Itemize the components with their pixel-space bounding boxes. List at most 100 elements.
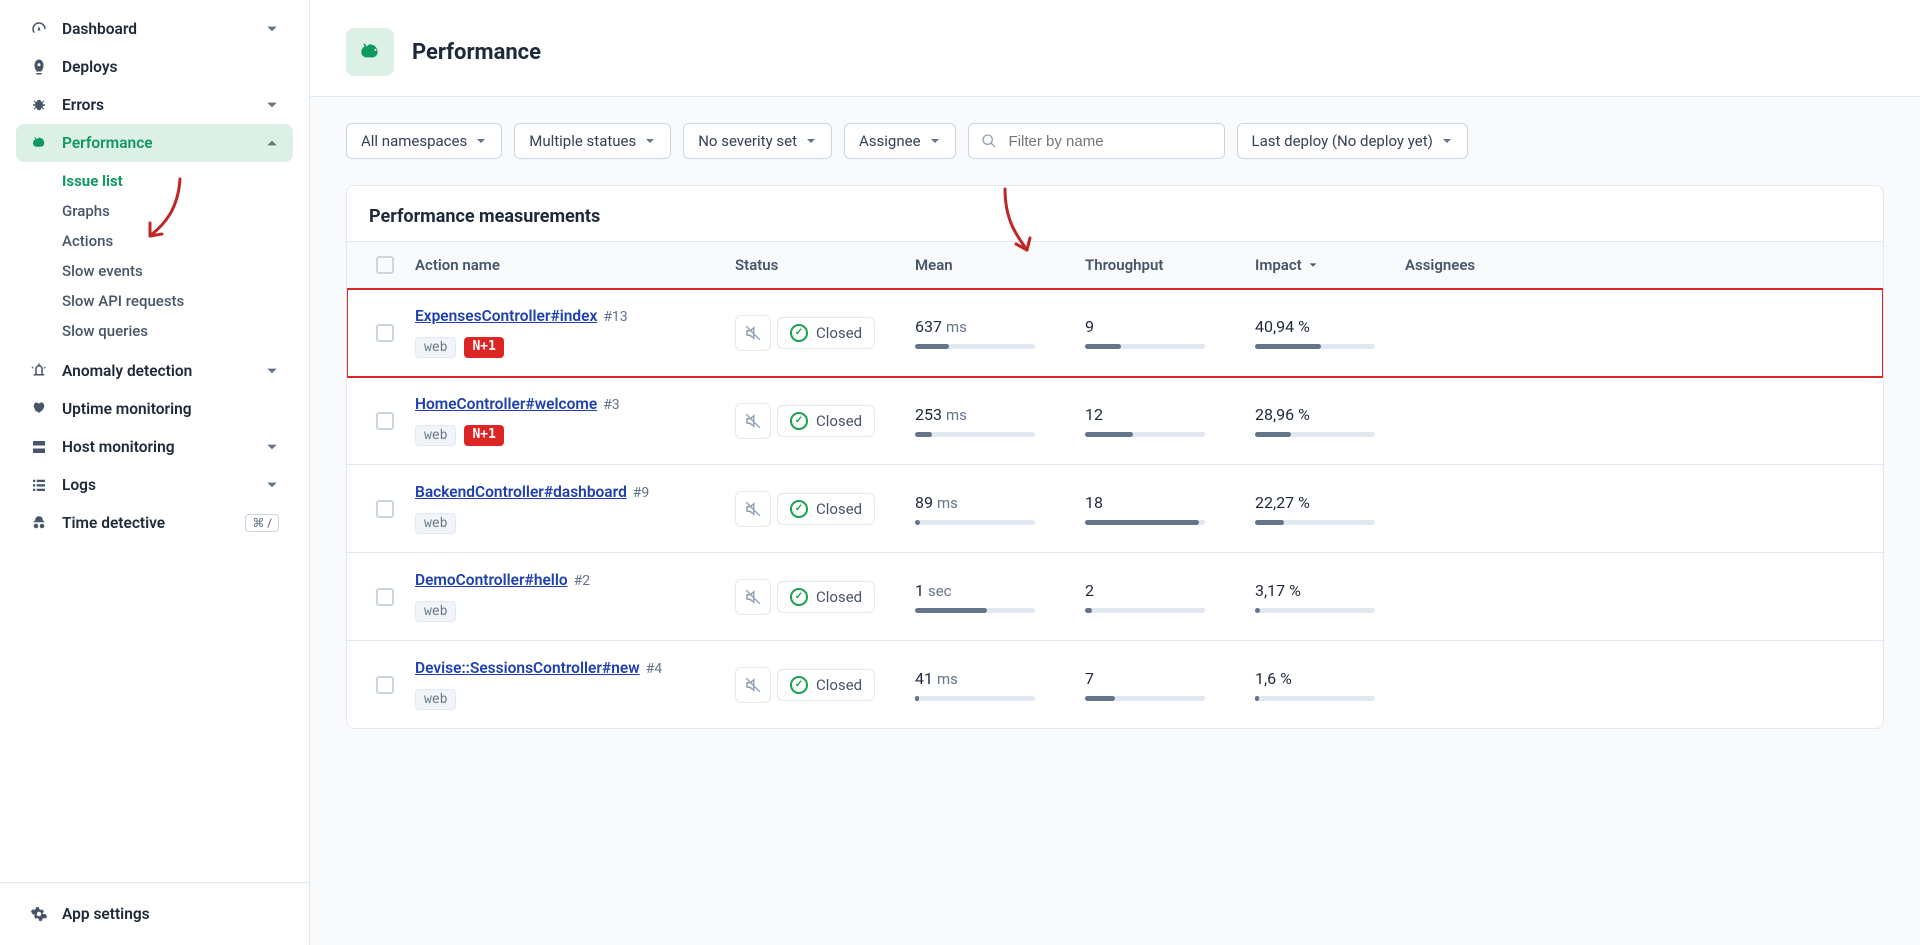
- sidebar-item-label: Uptime monitoring: [62, 400, 192, 418]
- throughput-bar: [1085, 608, 1205, 613]
- mean-bar: [915, 344, 1035, 349]
- col-impact[interactable]: Impact: [1255, 256, 1405, 274]
- filter-assignee[interactable]: Assignee: [844, 123, 956, 159]
- mute-icon[interactable]: [735, 491, 771, 527]
- heartbeat-icon: [30, 400, 48, 418]
- search-input[interactable]: [1005, 125, 1212, 158]
- action-link[interactable]: ExpensesController#index: [415, 307, 597, 325]
- sidebar-subitem-slow-api-requests[interactable]: Slow API requests: [62, 286, 293, 316]
- sidebar-subitem-issue-list[interactable]: Issue list: [62, 166, 293, 196]
- sidebar-item-app-settings[interactable]: App settings: [16, 895, 293, 933]
- rabbit-icon: [346, 28, 394, 76]
- status-pill[interactable]: ✓Closed: [777, 581, 875, 613]
- impact-value: 28,96 %: [1255, 405, 1405, 424]
- row-checkbox[interactable]: [376, 324, 394, 342]
- impact-bar: [1255, 696, 1375, 701]
- col-status[interactable]: Status: [735, 256, 915, 274]
- mute-icon[interactable]: [735, 667, 771, 703]
- sidebar-item-label: Performance: [62, 134, 153, 152]
- page-title: Performance: [412, 40, 541, 65]
- namespace-tag: web: [415, 601, 456, 622]
- throughput-value: 12: [1085, 405, 1255, 424]
- mean-value: 253 ms: [915, 405, 1085, 424]
- sidebar-subitem-slow-queries[interactable]: Slow queries: [62, 316, 293, 346]
- status-pill[interactable]: ✓Closed: [777, 405, 875, 437]
- sidebar-subitem-actions[interactable]: Actions: [62, 226, 293, 256]
- chevron-down-icon: [805, 135, 817, 147]
- issue-number: #3: [603, 397, 620, 413]
- sidebar-item-errors[interactable]: Errors: [16, 86, 293, 124]
- sidebar-subitem-slow-events[interactable]: Slow events: [62, 256, 293, 286]
- mean-bar: [915, 608, 1035, 613]
- impact-bar: [1255, 344, 1375, 349]
- sidebar-item-performance[interactable]: Performance: [16, 124, 293, 162]
- sidebar-item-dashboard[interactable]: Dashboard: [16, 10, 293, 48]
- chevron-down-icon: [929, 135, 941, 147]
- col-mean[interactable]: Mean: [915, 256, 1085, 274]
- sidebar-item-label: Time detective: [62, 514, 165, 532]
- filters-bar: All namespaces Multiple statues No sever…: [310, 97, 1920, 185]
- action-link[interactable]: Devise::SessionsController#new: [415, 659, 640, 677]
- checkbox-all[interactable]: [376, 256, 394, 274]
- col-assignees[interactable]: Assignees: [1405, 256, 1525, 274]
- impact-value: 1,6 %: [1255, 669, 1405, 688]
- issue-number: #9: [633, 485, 650, 501]
- mute-icon[interactable]: [735, 315, 771, 351]
- sidebar-item-label: Dashboard: [62, 20, 137, 38]
- sidebar-item-label: App settings: [62, 905, 150, 923]
- throughput-bar: [1085, 696, 1205, 701]
- impact-value: 40,94 %: [1255, 317, 1405, 336]
- sidebar-item-logs[interactable]: Logs: [16, 466, 293, 504]
- chevron-down-icon: [1308, 260, 1318, 270]
- mean-bar: [915, 520, 1035, 525]
- throughput-value: 18: [1085, 493, 1255, 512]
- action-link[interactable]: HomeController#welcome: [415, 395, 597, 413]
- status-pill[interactable]: ✓Closed: [777, 493, 875, 525]
- table-row: ExpensesController#index#13webN+1✓Closed…: [347, 289, 1883, 377]
- chevron-down-icon: [265, 22, 279, 36]
- mute-icon[interactable]: [735, 403, 771, 439]
- sidebar-item-label: Logs: [62, 476, 96, 494]
- rocket-icon: [30, 58, 48, 76]
- chevron-down-icon: [265, 364, 279, 378]
- status-pill[interactable]: ✓Closed: [777, 669, 875, 701]
- row-checkbox[interactable]: [376, 676, 394, 694]
- filter-search[interactable]: [968, 123, 1225, 159]
- action-link[interactable]: BackendController#dashboard: [415, 483, 627, 501]
- row-checkbox[interactable]: [376, 500, 394, 518]
- row-checkbox[interactable]: [376, 412, 394, 430]
- col-action[interactable]: Action name: [415, 256, 735, 274]
- table-row: Devise::SessionsController#new#4web✓Clos…: [347, 641, 1883, 728]
- mean-value: 637 ms: [915, 317, 1085, 336]
- chevron-down-icon: [265, 478, 279, 492]
- bug-icon: [30, 96, 48, 114]
- sidebar-item-time-detective[interactable]: Time detective⌘ /: [16, 504, 293, 542]
- mean-value: 89 ms: [915, 493, 1085, 512]
- row-checkbox[interactable]: [376, 588, 394, 606]
- sidebar-item-deploys[interactable]: Deploys: [16, 48, 293, 86]
- sidebar-item-label: Host monitoring: [62, 438, 175, 456]
- check-circle-icon: ✓: [790, 500, 808, 518]
- filter-namespace[interactable]: All namespaces: [346, 123, 502, 159]
- sidebar: Dashboard Deploys Errors Performance Issue l…: [0, 0, 310, 945]
- sidebar-item-anomaly-detection[interactable]: Anomaly detection: [16, 352, 293, 390]
- namespace-tag: web: [415, 513, 456, 534]
- mean-bar: [915, 432, 1035, 437]
- filter-severity[interactable]: No severity set: [683, 123, 832, 159]
- filter-status[interactable]: Multiple statues: [514, 123, 671, 159]
- mute-icon[interactable]: [735, 579, 771, 615]
- throughput-bar: [1085, 432, 1205, 437]
- action-link[interactable]: DemoController#hello: [415, 571, 568, 589]
- namespace-tag: web: [415, 425, 456, 446]
- table-row: BackendController#dashboard #9 web ✓Closed 8…: [347, 465, 1883, 553]
- issue-number: #2: [574, 573, 591, 589]
- impact-bar: [1255, 608, 1375, 613]
- sidebar-subitem-graphs[interactable]: Graphs: [62, 196, 293, 226]
- col-throughput[interactable]: Throughput: [1085, 256, 1255, 274]
- sidebar-item-host-monitoring[interactable]: Host monitoring: [16, 428, 293, 466]
- sidebar-item-uptime-monitoring[interactable]: Uptime monitoring: [16, 390, 293, 428]
- mean-value: 41 ms: [915, 669, 1085, 688]
- filter-deploy[interactable]: Last deploy (No deploy yet): [1237, 123, 1468, 159]
- status-pill[interactable]: ✓Closed: [777, 317, 875, 349]
- sidebar-item-label: Deploys: [62, 58, 118, 76]
